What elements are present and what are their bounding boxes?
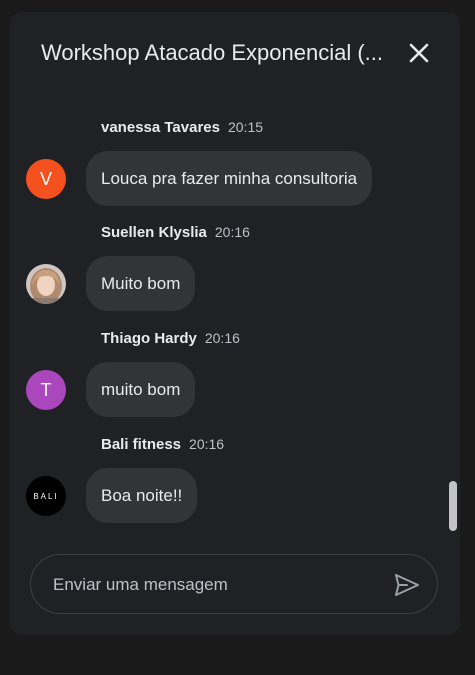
avatar[interactable]: T — [26, 370, 66, 410]
send-icon — [395, 574, 419, 596]
close-icon — [409, 43, 429, 63]
message-meta: Bali fitness 20:16 — [101, 434, 224, 454]
message-author[interactable]: Thiago Hardy — [101, 330, 197, 347]
message-author[interactable]: Suellen Klyslia — [101, 224, 207, 241]
avatar-letter: V — [39, 168, 52, 189]
close-button[interactable] — [403, 37, 435, 69]
avatar-logo-text: BALI — [33, 491, 59, 501]
message-meta: Suellen Klyslia 20:16 — [101, 222, 250, 242]
message-meta: Thiago Hardy 20:16 — [101, 328, 240, 348]
live-chat-panel: Workshop Atacado Exponencial (... vaness… — [10, 12, 460, 635]
message-composer — [30, 554, 438, 614]
avatar[interactable]: V — [26, 159, 66, 199]
message-bubble: Louca pra fazer minha consultoria — [86, 151, 373, 206]
scrollbar-thumb[interactable] — [449, 481, 457, 531]
avatar-photo[interactable] — [26, 264, 66, 304]
chat-title: Workshop Atacado Exponencial (... — [41, 40, 384, 65]
avatar-letter: T — [40, 379, 52, 400]
message-bubble: muito bom — [86, 362, 196, 417]
user-photo-icon — [26, 264, 66, 304]
message-time: 20:16 — [189, 436, 225, 452]
message-meta: vanessa Tavares 20:15 — [101, 117, 263, 137]
message-time: 20:15 — [227, 119, 264, 135]
message-bubble: Muito bom — [86, 256, 196, 311]
message-input[interactable] — [51, 569, 375, 601]
message-author[interactable]: vanessa Tavares — [101, 119, 220, 136]
message-time: 20:16 — [214, 224, 250, 240]
send-button[interactable] — [393, 571, 421, 599]
chat-header: Workshop Atacado Exponencial (... — [10, 12, 460, 94]
avatar[interactable]: BALI — [26, 476, 66, 516]
message-time: 20:16 — [204, 330, 240, 346]
message-bubble: Boa noite!! — [86, 468, 198, 523]
message-author[interactable]: Bali fitness — [101, 436, 181, 453]
